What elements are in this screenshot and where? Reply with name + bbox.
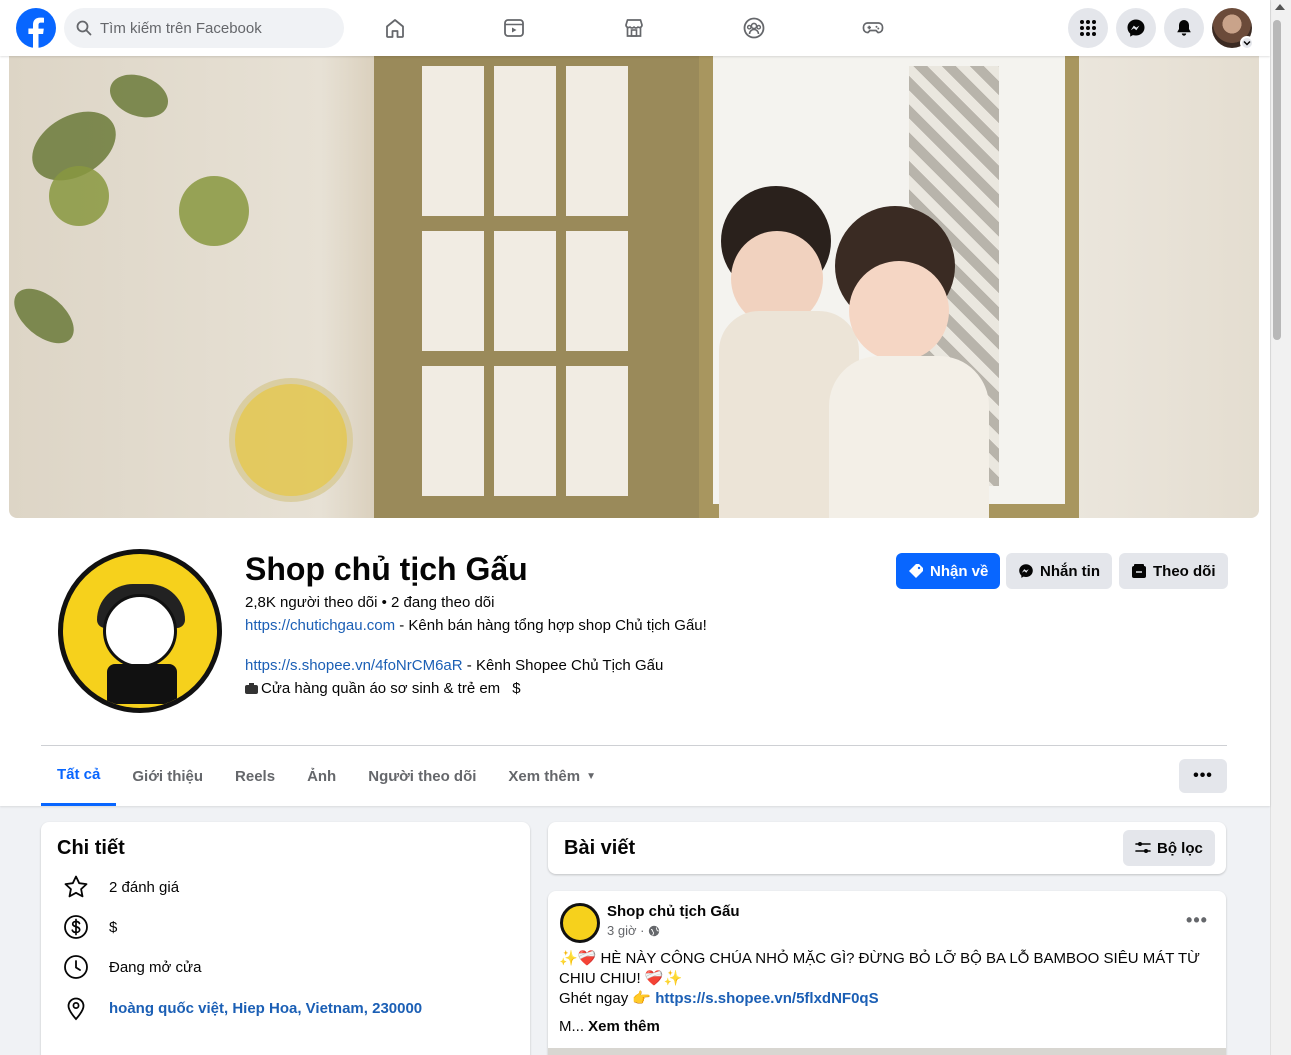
post-media-preview[interactable] (548, 1048, 1226, 1055)
follower-count[interactable]: 2,8K người theo dõi • 2 đang theo dõi (245, 594, 494, 611)
bio-line-website: https://chutichgau.com - Kênh bán hàng t… (245, 617, 707, 634)
bio-line-category: Cửa hàng quần áo sơ sinh & trẻ em $ (245, 680, 521, 697)
ticket-icon (909, 564, 923, 578)
gaming-icon[interactable] (857, 12, 889, 44)
detail-row-price: $ (63, 914, 117, 940)
get-tickets-button[interactable]: Nhận về (896, 553, 1001, 589)
globe-icon (649, 925, 660, 936)
tab-about[interactable]: Giới thiệu (116, 746, 219, 806)
category-text: Cửa hàng quần áo sơ sinh & trẻ em (261, 680, 501, 697)
filter-button[interactable]: Bộ lọc (1123, 830, 1215, 866)
post-shopee-link[interactable]: https://s.shopee.vn/5flxdNF0qS (655, 990, 878, 1007)
post-options-button[interactable]: ••• (1182, 908, 1212, 932)
details-title: Chi tiết (57, 837, 125, 859)
page-profile-picture[interactable] (54, 545, 226, 717)
see-more-link[interactable]: Xem thêm (588, 1018, 660, 1035)
location-link[interactable]: hoàng quốc việt, Hiep Hoa, Vietnam, 2300… (109, 1000, 422, 1017)
price-range: $ (512, 680, 521, 697)
top-navigation-bar (0, 0, 1270, 56)
bio-text: - Kênh Shopee Chủ Tịch Gấu (462, 657, 664, 674)
filter-icon (1135, 842, 1151, 853)
posts-title: Bài viết (564, 837, 636, 859)
star-icon (64, 875, 88, 898)
page-title: Shop chủ tịch Gấu (245, 551, 528, 587)
reviews-text: 2 đánh giá (109, 878, 180, 896)
cover-photo[interactable] (9, 56, 1259, 518)
cover-brand-seal (229, 378, 353, 502)
dollar-icon (64, 915, 88, 939)
tab-photos[interactable]: Ảnh (291, 746, 352, 806)
messenger-icon (1019, 564, 1033, 578)
tab-more-label: Xem thêm (508, 767, 581, 785)
message-label: Nhắn tin (1040, 562, 1100, 580)
bio-text: - Kênh bán hàng tổng hợp shop Chủ tịch G… (395, 617, 707, 634)
post-timestamp[interactable]: 3 giờ · (607, 923, 660, 938)
facebook-logo-icon[interactable] (16, 8, 56, 48)
chevron-down-icon[interactable] (1240, 36, 1254, 50)
camera-icon (245, 683, 258, 694)
search-icon (76, 20, 92, 36)
location-icon (67, 997, 85, 1021)
video-icon[interactable] (498, 12, 530, 44)
caret-down-icon: ▼ (586, 770, 597, 782)
search-box[interactable] (64, 8, 344, 48)
follow-label: Theo dõi (1153, 562, 1216, 580)
post-author-name[interactable]: Shop chủ tịch Gấu (607, 903, 740, 920)
website-link[interactable]: https://chutichgau.com (245, 617, 395, 634)
post-text-headline: ✨❤️‍🩹 HÈ NÀY CÔNG CHÚA NHỎ MẶC GÌ? ĐỪNG … (559, 950, 1200, 987)
shopee-link[interactable]: https://s.shopee.vn/4foNrCM6aR (245, 657, 463, 674)
marketplace-icon[interactable] (618, 12, 650, 44)
message-button[interactable]: Nhắn tin (1006, 553, 1112, 589)
scroll-up-arrow-icon[interactable] (1275, 4, 1285, 10)
follow-icon (1132, 564, 1146, 578)
post-author-avatar[interactable] (560, 903, 600, 943)
follow-button[interactable]: Theo dõi (1119, 553, 1228, 589)
groups-icon[interactable] (738, 12, 770, 44)
post-link-prefix: Ghét ngay 👉 (559, 990, 656, 1007)
hours-text: Đang mở cửa (109, 958, 202, 976)
detail-row-hours: Đang mở cửa (63, 954, 201, 980)
clock-icon (64, 955, 88, 979)
messenger-icon[interactable] (1116, 8, 1156, 48)
filter-label: Bộ lọc (1157, 839, 1203, 857)
post-text-link-line: Ghét ngay 👉 https://s.shopee.vn/5flxdNF0… (559, 989, 1209, 1009)
get-tickets-label: Nhận về (930, 562, 989, 580)
bio-line-shopee: https://s.shopee.vn/4foNrCM6aR - Kênh Sh… (245, 657, 663, 674)
notifications-icon[interactable] (1164, 8, 1204, 48)
tab-all[interactable]: Tất cả (41, 746, 117, 806)
detail-row-reviews[interactable]: 2 đánh giá (63, 874, 179, 900)
profile-tabs: Tất cả Giới thiệu Reels Ảnh Người theo d… (41, 746, 612, 806)
post-text-see-more: M... Xem thêm (559, 1017, 1209, 1037)
menu-grid-icon[interactable] (1068, 8, 1108, 48)
tab-reels[interactable]: Reels (219, 746, 291, 806)
post-truncated-text: M... (559, 1018, 589, 1035)
search-input[interactable] (100, 19, 320, 37)
home-icon[interactable] (379, 12, 411, 44)
scrollbar-thumb[interactable] (1273, 20, 1281, 340)
tab-more[interactable]: Xem thêm ▼ (492, 746, 612, 806)
post-time-text: 3 giờ · (607, 923, 645, 938)
tab-followers[interactable]: Người theo dõi (352, 746, 492, 806)
price-text: $ (109, 918, 118, 936)
detail-row-location[interactable]: hoàng quốc việt, Hiep Hoa, Vietnam, 2300… (63, 995, 422, 1021)
more-options-button[interactable]: ••• (1179, 759, 1227, 793)
